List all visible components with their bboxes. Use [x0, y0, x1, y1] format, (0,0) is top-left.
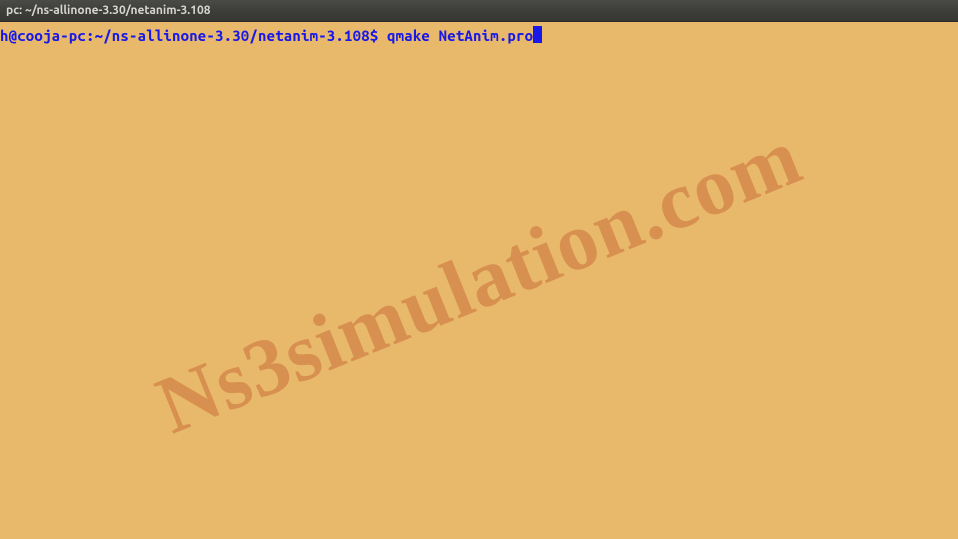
command-line: h@cooja-pc:~/ns-allinone-3.30/netanim-3.…	[0, 22, 958, 46]
window-title: pc: ~/ns-allinone-3.30/netanim-3.108	[6, 4, 211, 17]
terminal-window: pc: ~/ns-allinone-3.30/netanim-3.108 h@c…	[0, 0, 958, 539]
shell-prompt: h@cooja-pc:~/ns-allinone-3.30/netanim-3.…	[0, 27, 387, 44]
title-bar[interactable]: pc: ~/ns-allinone-3.30/netanim-3.108	[0, 0, 958, 22]
cursor	[533, 26, 542, 43]
terminal-area[interactable]: h@cooja-pc:~/ns-allinone-3.30/netanim-3.…	[0, 22, 958, 539]
watermark: Ns3simulation.com	[158, 143, 800, 418]
command-text: qmake NetAnim.pro	[387, 27, 533, 44]
